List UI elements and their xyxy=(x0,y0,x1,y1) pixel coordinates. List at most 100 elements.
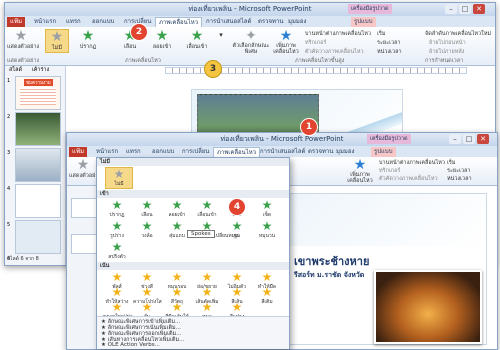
gallery-none-icon: ★ xyxy=(113,167,125,181)
front-slide-subtitle[interactable]: รีสอร์ท ม.ราชัด จังหวัด xyxy=(294,270,364,281)
tab-view[interactable]: มุมมอง xyxy=(285,17,309,27)
gallery-none-item[interactable]: ★ ไม่มี xyxy=(105,167,133,189)
tab-slideshow[interactable]: การนำเสนอสไลด์ xyxy=(203,17,254,27)
front-slide-thumb-a[interactable] xyxy=(71,198,97,218)
front-tab-file[interactable]: แฟ้ม xyxy=(69,147,88,157)
slide-thumb-1[interactable]: ชมความงาม xyxy=(15,76,61,110)
effect-options-button[interactable]: ✦ ตัวเลือกลักษณะพิเศษ xyxy=(231,29,271,55)
anim-float-button[interactable]: ★ เลื่อนเข้า xyxy=(183,29,211,51)
anim-float-label: เลื่อนเข้า xyxy=(186,44,208,50)
tab-insert[interactable]: แทรก xyxy=(63,17,84,27)
front-tab-format[interactable]: รูปแบบ xyxy=(371,147,396,157)
animation-gallery: ไม่มี ★ ไม่มี เข้า ★ ปรากฏ ★ เลือน ★ ลอยเข้า ★… xyxy=(96,157,290,349)
entrance-star-icon: ★ xyxy=(111,219,123,233)
entrance-item-8[interactable]: ★ วงล้อ xyxy=(133,220,161,240)
entrance-star-icon: ★ xyxy=(231,219,243,233)
front-minimize-icon[interactable]: – xyxy=(449,134,461,144)
front-context-tab[interactable]: เครื่องมือรูปวาด xyxy=(367,134,411,144)
front-start-field[interactable]: เริ่ม xyxy=(447,159,455,167)
front-painter-button[interactable]: ตัวคัดวางภาพเคลื่อนไหว xyxy=(379,175,438,183)
slide-thumb-2[interactable] xyxy=(15,112,61,146)
entrance-item-3[interactable]: ★ ลอยเข้า xyxy=(163,199,191,219)
close-icon[interactable]: ✕ xyxy=(473,4,485,14)
slide-number-4: 4 xyxy=(7,186,11,192)
entrance-label: หมุนวน xyxy=(258,233,276,239)
animation-painter-button[interactable]: ตัวคัดวางภาพเคลื่อนไหว xyxy=(305,48,364,56)
tab-review[interactable]: ตรวจทาน xyxy=(255,17,286,27)
pane-tab-slides[interactable]: สไลด์ xyxy=(9,67,22,73)
tab-file[interactable]: แฟ้ม xyxy=(7,17,26,27)
move-later-button[interactable]: ย้ายไปภายหลัง xyxy=(429,48,464,56)
entrance-item-1[interactable]: ★ ปรากฏ xyxy=(103,199,131,219)
front-tab-home[interactable]: หน้าแรก xyxy=(93,147,121,157)
anim-none-icon: ★ xyxy=(50,29,64,45)
front-preview-button[interactable]: ★ แสดงตัวอย่าง xyxy=(69,158,101,180)
anim-appear-label: ปรากฏ xyxy=(79,44,97,50)
front-slide-title[interactable]: เขาพระช้างหาย xyxy=(294,252,369,270)
delay-field[interactable]: หน่วงเวลา xyxy=(377,48,402,56)
front-close-icon[interactable]: ✕ xyxy=(477,134,489,144)
front-tab-slideshow[interactable]: การนำเสนอสไลด์ xyxy=(257,147,308,157)
emphasis-item-12[interactable]: ★ สีเติม xyxy=(253,286,281,306)
animation-pane-button[interactable]: บานหน้าต่างภาพเคลื่อนไหว xyxy=(305,30,371,38)
front-tab-transitions[interactable]: การเปลี่ยน xyxy=(179,147,212,157)
tab-home[interactable]: หน้าแรก xyxy=(31,17,59,27)
tab-format[interactable]: รูปแบบ xyxy=(351,17,376,27)
front-main-slide: เขาพระช้างหาย รีสอร์ท ม.ราชัด จังหวัด xyxy=(289,193,487,345)
front-tab-view[interactable]: มุมมอง xyxy=(333,147,357,157)
back-context-tab[interactable]: เครื่องมือรูปวาด xyxy=(348,4,392,14)
trigger-button[interactable]: ทริกเกอร์ xyxy=(305,39,326,47)
start-field[interactable]: เริ่ม xyxy=(377,30,385,38)
back-tab-row: แฟ้ม หน้าแรก แทรก ออกแบบ การเปลี่ยน ภาพเ… xyxy=(5,16,495,28)
preview-button[interactable]: ★ แสดงตัวอย่าง xyxy=(7,28,39,51)
callout-3: 3 xyxy=(204,60,222,78)
entrance-item-11[interactable]: ★ ซูม xyxy=(223,220,251,240)
tab-design[interactable]: ออกแบบ xyxy=(89,17,117,27)
anim-none-button[interactable]: ★ ไม่มี xyxy=(45,29,69,53)
anim-fly-button[interactable]: ★ ลอยเข้า xyxy=(149,29,175,51)
front-trigger-button[interactable]: ทริกเกอร์ xyxy=(379,167,400,175)
entrance-item-4[interactable]: ★ เลื่อนเข้า xyxy=(193,199,221,219)
move-earlier-button[interactable]: ย้ายไปก่อนหน้า xyxy=(429,39,466,47)
pane-tab-outline[interactable]: เค้าร่าง xyxy=(32,67,49,73)
front-duration-field[interactable]: ระยะเวลา xyxy=(447,167,471,175)
slide-thumb-5[interactable] xyxy=(15,220,61,254)
maximize-icon[interactable]: □ xyxy=(459,4,471,14)
more-effects-item-5[interactable]: ★ OLE Action Verbs... xyxy=(101,342,160,348)
front-tab-review[interactable]: ตรวจทาน xyxy=(305,147,336,157)
anim-appear-button[interactable]: ★ ปรากฏ xyxy=(75,29,101,51)
emphasis-label: สีเติม xyxy=(261,299,273,305)
front-slide-thumb-b[interactable] xyxy=(71,234,97,254)
gallery-more-arrow[interactable]: ▾ xyxy=(217,31,225,39)
entrance-star-icon: ★ xyxy=(111,240,123,254)
emphasis-star-icon: ★ xyxy=(171,270,183,284)
duration-field[interactable]: ระยะเวลา xyxy=(377,39,401,47)
front-maximize-icon[interactable]: □ xyxy=(463,134,475,144)
entrance-item-7[interactable]: ★ รูปร่าง xyxy=(103,220,131,240)
front-tab-insert[interactable]: แทรก xyxy=(123,147,144,157)
front-add-animation-button[interactable]: ★ เพิ่มภาพเคลื่อนไหว xyxy=(343,158,377,184)
front-title-bar: ท่องเที่ยวเพลิน - Microsoft PowerPoint เ… xyxy=(67,133,497,146)
front-slide-cave-picture[interactable] xyxy=(374,270,482,344)
gallery-none-label: ไม่มี xyxy=(114,181,124,187)
preview-icon: ★ xyxy=(14,28,28,44)
front-delay-field[interactable]: หน่วงเวลา xyxy=(447,175,472,183)
front-animation-pane-button[interactable]: บานหน้าต่างภาพเคลื่อนไหว xyxy=(379,159,445,167)
entrance-label: เช็ด xyxy=(262,212,272,218)
entrance-item-12[interactable]: ★ หมุนวน xyxy=(253,220,281,240)
section-entrance-header: เข้า xyxy=(97,190,289,198)
callout-1: 1 xyxy=(300,118,318,136)
minimize-icon[interactable]: – xyxy=(445,4,457,14)
anim-fly-icon: ★ xyxy=(155,28,169,44)
entrance-item-6[interactable]: ★ เช็ด xyxy=(253,199,281,219)
emphasis-star-icon: ★ xyxy=(141,300,153,314)
slide-thumb-4[interactable] xyxy=(15,184,61,218)
group-label-animation: ภาพเคลื่อนไหว xyxy=(125,58,161,64)
slide-thumb-3[interactable] xyxy=(15,148,61,182)
front-add-animation-label: เพิ่มภาพเคลื่อนไหว xyxy=(347,172,373,184)
emphasis-star-icon: ★ xyxy=(201,300,213,314)
entrance-item-13[interactable]: ★ สปริงตัว xyxy=(103,241,131,261)
entrance-item-2[interactable]: ★ เลือน xyxy=(133,199,161,219)
front-tab-design[interactable]: ออกแบบ xyxy=(149,147,177,157)
add-animation-button[interactable]: ★ เพิ่มภาพเคลื่อนไหว xyxy=(269,29,303,55)
